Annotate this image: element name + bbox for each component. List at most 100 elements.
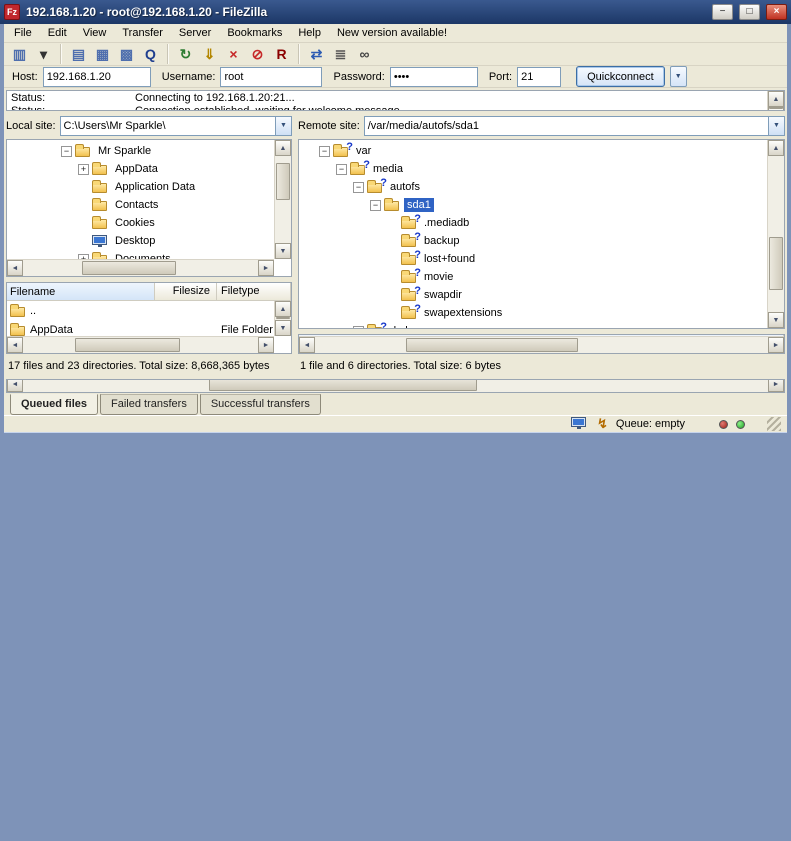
scroll-thumb[interactable] (75, 338, 181, 352)
menu-view[interactable]: View (75, 24, 115, 42)
directory-comparison-button[interactable]: ⇄ (305, 43, 328, 65)
local-site-combo[interactable]: C:\Users\Mr Sparkle\ ▼ (60, 116, 292, 136)
port-input[interactable] (517, 67, 561, 87)
scroll-thumb[interactable] (209, 379, 477, 391)
reconnect-button[interactable]: R (270, 43, 293, 65)
scroll-track[interactable] (275, 317, 291, 320)
tree-item[interactable]: ?backup (302, 232, 766, 250)
scroll-down-button[interactable]: ▼ (768, 312, 784, 328)
local-tree-vertical-scrollbar[interactable]: ▲ ▼ (274, 140, 291, 259)
scroll-up-button[interactable]: ▲ (275, 140, 291, 156)
tree-item[interactable]: Desktop (10, 232, 273, 250)
local-list-horizontal-scrollbar[interactable]: ◄ ► (7, 336, 274, 353)
sync-browsing-button[interactable]: ≣ (329, 43, 352, 65)
column-header-filesize[interactable]: Filesize (155, 283, 217, 300)
combo-dropdown-icon[interactable]: ▼ (768, 117, 784, 135)
local-list-vertical-scrollbar[interactable]: ▲ ▼ (274, 301, 291, 336)
menu-help[interactable]: Help (290, 24, 329, 42)
log-vertical-scrollbar[interactable]: ▲ ▼ (767, 91, 784, 110)
file-row[interactable]: AppDataFile Folder (7, 320, 274, 336)
tree-expander-icon[interactable]: − (319, 146, 330, 157)
tree-expander-icon[interactable]: + (78, 164, 89, 175)
refresh-button[interactable]: ↻ (174, 43, 197, 65)
tree-item[interactable]: Contacts (10, 196, 273, 214)
encryption-status-icon[interactable] (571, 416, 589, 432)
tree-item[interactable]: +AppData (10, 160, 273, 178)
scroll-thumb[interactable] (276, 317, 290, 319)
remote-tree-vertical-scrollbar[interactable]: ▲ ▼ (767, 140, 784, 328)
tree-item[interactable]: +Documents (10, 250, 273, 259)
scroll-left-button[interactable]: ◄ (7, 260, 23, 276)
menu-edit[interactable]: Edit (40, 24, 75, 42)
menu-new-version-available[interactable]: New version available! (329, 24, 455, 42)
scroll-thumb[interactable] (406, 338, 578, 352)
password-input[interactable] (390, 67, 478, 87)
tree-expander-icon[interactable]: − (61, 146, 72, 157)
quickconnect-dropdown-button[interactable]: ▼ (670, 66, 687, 87)
site-manager-button[interactable]: ▥ (8, 43, 31, 65)
tree-item[interactable]: −?var (302, 142, 766, 160)
quickconnect-button[interactable]: Quickconnect (576, 66, 665, 87)
tree-expander-icon[interactable]: − (353, 182, 364, 193)
tree-item[interactable]: −sda1 (302, 196, 766, 214)
toggle-remote-tree-button[interactable]: ▩ (115, 43, 138, 65)
tree-item[interactable]: −?autofs (302, 178, 766, 196)
speed-limit-icon[interactable]: ↯ (597, 416, 608, 432)
tree-expander-icon[interactable]: + (353, 326, 364, 329)
scroll-thumb[interactable] (769, 107, 783, 109)
scroll-down-button[interactable]: ▼ (275, 243, 291, 259)
cancel-button[interactable]: × (222, 43, 245, 65)
tree-item[interactable]: −?media (302, 160, 766, 178)
combo-dropdown-icon[interactable]: ▼ (275, 117, 291, 135)
scroll-right-button[interactable]: ► (768, 379, 784, 392)
maximize-button[interactable]: □ (739, 4, 760, 20)
scroll-thumb[interactable] (276, 163, 290, 200)
scroll-up-button[interactable]: ▲ (275, 301, 291, 317)
toggle-local-tree-button[interactable]: ▦ (91, 43, 114, 65)
toggle-message-log-button[interactable]: ▤ (67, 43, 90, 65)
tree-item[interactable]: ?swapdir (302, 286, 766, 304)
menu-server[interactable]: Server (171, 24, 219, 42)
scroll-left-button[interactable]: ◄ (299, 337, 315, 353)
tree-item[interactable]: +?dvd (302, 322, 766, 328)
menu-file[interactable]: File (6, 24, 40, 42)
tab-successful-transfers[interactable]: Successful transfers (200, 394, 321, 415)
minimize-button[interactable]: − (712, 4, 733, 20)
scroll-left-button[interactable]: ◄ (7, 337, 23, 353)
host-input[interactable] (43, 67, 151, 87)
tree-item[interactable]: ?swapextensions (302, 304, 766, 322)
menu-bookmarks[interactable]: Bookmarks (219, 24, 290, 42)
tree-item[interactable]: −Mr Sparkle (10, 142, 273, 160)
local-tree-horizontal-scrollbar[interactable]: ◄ ► (7, 259, 274, 276)
resize-grip[interactable] (767, 417, 781, 431)
remote-site-combo[interactable]: /var/media/autofs/sda1 ▼ (364, 116, 785, 136)
queue-horizontal-scrollbar[interactable]: ◄ ► (7, 379, 784, 392)
scroll-right-button[interactable]: ► (258, 337, 274, 353)
scroll-thumb[interactable] (82, 261, 176, 275)
tree-expander-icon[interactable]: − (336, 164, 347, 175)
scroll-right-button[interactable]: ► (768, 337, 784, 353)
close-button[interactable]: × (766, 4, 787, 20)
scroll-left-button[interactable]: ◄ (7, 379, 23, 392)
scroll-track[interactable] (315, 337, 768, 353)
site-manager-dropdown[interactable]: ▾ (32, 43, 55, 65)
scroll-up-button[interactable]: ▲ (768, 91, 784, 107)
find-files-button[interactable]: ∞ (353, 43, 376, 65)
scroll-track[interactable] (768, 156, 784, 312)
username-input[interactable] (220, 67, 322, 87)
column-header-filename[interactable]: Filename (7, 283, 155, 300)
toggle-queue-button[interactable]: Q (139, 43, 162, 65)
tree-expander-icon[interactable]: − (370, 200, 381, 211)
tree-item[interactable]: ?movie (302, 268, 766, 286)
tree-item[interactable]: Cookies (10, 214, 273, 232)
tree-item[interactable]: ?lost+found (302, 250, 766, 268)
tab-queued-files[interactable]: Queued files (10, 394, 98, 415)
tree-item[interactable]: Application Data (10, 178, 273, 196)
process-queue-button[interactable]: ⇓ (198, 43, 221, 65)
tab-failed-transfers[interactable]: Failed transfers (100, 394, 198, 415)
titlebar[interactable]: Fz 192.168.1.20 - root@192.168.1.20 - Fi… (0, 0, 791, 24)
disconnect-button[interactable]: ⊘ (246, 43, 269, 65)
scroll-track[interactable] (23, 379, 768, 392)
column-header-filetype[interactable]: Filetype (217, 283, 291, 300)
menu-transfer[interactable]: Transfer (114, 24, 171, 42)
